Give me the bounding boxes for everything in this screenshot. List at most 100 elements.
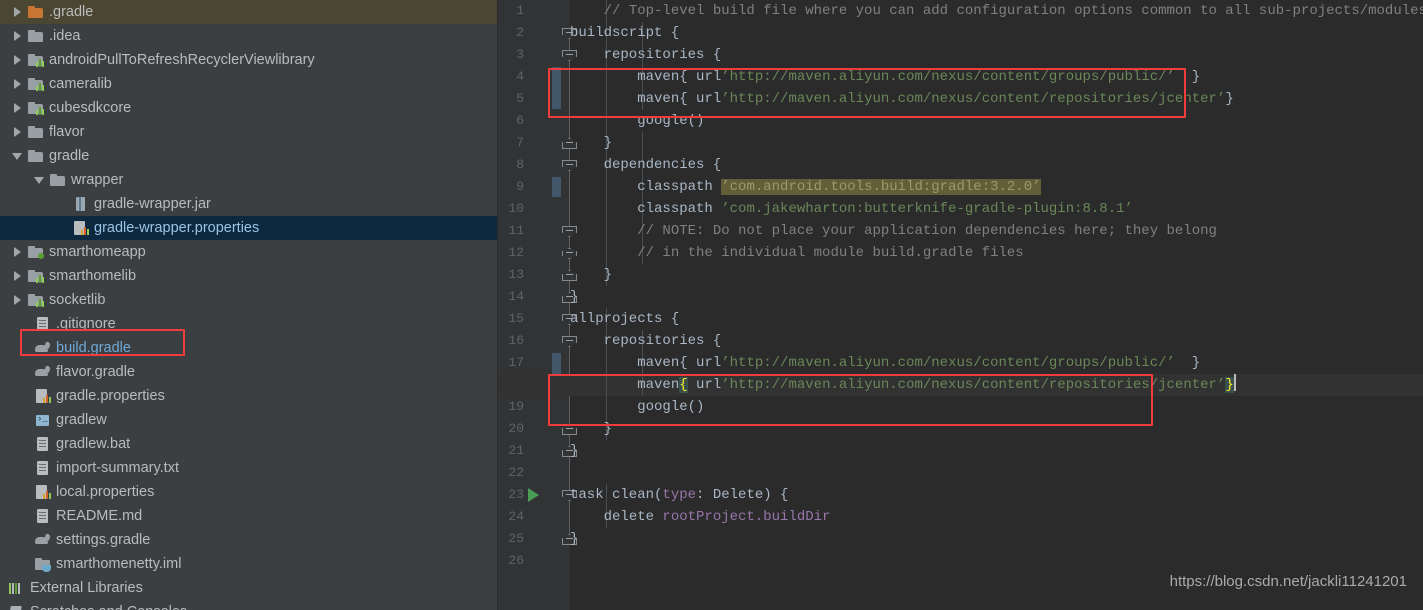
gradle-elephant-icon xyxy=(34,364,51,380)
code-line[interactable]: maven{ url’http://maven.aliyun.com/nexus… xyxy=(570,352,1200,374)
tree-label: local.properties xyxy=(56,484,155,500)
tree-label: gradlew xyxy=(56,412,107,428)
tree-label: .gitignore xyxy=(56,316,116,332)
project-tree-panel[interactable]: .gradle .idea androidPullToRefreshRecycl… xyxy=(0,0,498,610)
jar-icon xyxy=(72,196,89,212)
expand-arrow-icon[interactable] xyxy=(12,102,24,114)
sidebar-item-smarthomenetty-iml[interactable]: smarthomenetty.iml xyxy=(0,552,497,576)
sidebar-item-import-summary[interactable]: import-summary.txt xyxy=(0,456,497,480)
code-line[interactable]: google() xyxy=(570,110,704,132)
editor-gutter[interactable]: 1234567891011121314151617181920212223242… xyxy=(498,0,577,610)
folder-icon xyxy=(49,172,66,188)
watermark-url: https://blog.csdn.net/jackli11241201 xyxy=(1169,573,1407,590)
app-module-folder-icon xyxy=(27,244,44,260)
code-line[interactable]: } xyxy=(570,132,612,154)
code-line[interactable]: // Top-level build file where you can ad… xyxy=(570,0,1423,22)
code-line[interactable]: allprojects { xyxy=(570,308,679,330)
code-line[interactable]: classpath ’com.android.tools.build:gradl… xyxy=(570,176,1041,198)
sidebar-item-cubesdkcore[interactable]: cubesdkcore xyxy=(0,96,497,120)
collapse-arrow-icon[interactable] xyxy=(34,174,46,186)
expand-arrow-icon[interactable] xyxy=(12,6,24,18)
module-folder-icon xyxy=(27,100,44,116)
sidebar-item-gradle-properties[interactable]: gradle.properties xyxy=(0,384,497,408)
iml-module-icon xyxy=(34,556,51,572)
tree-label: smarthomelib xyxy=(49,268,137,284)
code-line[interactable]: // NOTE: Do not place your application d… xyxy=(570,220,1217,242)
code-line[interactable]: google() xyxy=(570,396,704,418)
sidebar-item-build-gradle[interactable]: build.gradle xyxy=(0,336,497,360)
code-line[interactable]: dependencies { xyxy=(570,154,722,176)
properties-icon xyxy=(72,220,89,236)
folder-icon xyxy=(27,28,44,44)
code-line[interactable]: } xyxy=(570,528,578,550)
sidebar-item-flavor[interactable]: flavor xyxy=(0,120,497,144)
sidebar-item-socketlib[interactable]: socketlib xyxy=(0,288,497,312)
sidebar-item-gradle[interactable]: gradle xyxy=(0,144,497,168)
sidebar-item-smarthomelib[interactable]: smarthomelib xyxy=(0,264,497,288)
expand-arrow-icon[interactable] xyxy=(12,294,24,306)
code-line[interactable]: } xyxy=(570,418,612,440)
code-line[interactable]: maven{ url’http://maven.aliyun.com/nexus… xyxy=(570,88,1234,110)
module-folder-icon xyxy=(27,52,44,68)
line-number: 6 xyxy=(516,113,524,128)
code-line[interactable]: repositories { xyxy=(570,44,722,66)
code-text-area[interactable]: // Top-level build file where you can ad… xyxy=(498,0,1423,610)
collapse-arrow-icon[interactable] xyxy=(12,150,24,162)
line-number: 13 xyxy=(508,267,524,282)
code-line[interactable]: } xyxy=(570,286,578,308)
line-number: 24 xyxy=(508,509,524,524)
code-line[interactable]: classpath ’com.jakewharton:butterknife-g… xyxy=(570,198,1133,220)
run-gutter-icon[interactable] xyxy=(528,488,539,502)
tree-label: build.gradle xyxy=(56,340,131,356)
sidebar-item-settings-gradle[interactable]: settings.gradle xyxy=(0,528,497,552)
sidebar-item-cameralib[interactable]: cameralib xyxy=(0,72,497,96)
sidebar-item-gitignore[interactable]: .gitignore xyxy=(0,312,497,336)
expand-arrow-icon[interactable] xyxy=(12,54,24,66)
sidebar-item-local-properties[interactable]: local.properties xyxy=(0,480,497,504)
code-line[interactable]: maven{ url’http://maven.aliyun.com/nexus… xyxy=(570,374,1236,396)
sidebar-item-smarthomeapp[interactable]: smarthomeapp xyxy=(0,240,497,264)
terminal-icon xyxy=(34,412,51,428)
code-line[interactable]: } xyxy=(570,440,578,462)
sidebar-item-gradle-dir[interactable]: .gradle xyxy=(0,0,497,24)
code-line[interactable]: maven{ url’http://maven.aliyun.com/nexus… xyxy=(570,66,1200,88)
expand-arrow-icon[interactable] xyxy=(12,126,24,138)
sidebar-item-readme[interactable]: README.md xyxy=(0,504,497,528)
code-line[interactable]: delete rootProject.buildDir xyxy=(570,506,831,528)
line-number: 3 xyxy=(516,47,524,62)
vcs-change-marker[interactable] xyxy=(552,67,561,109)
sidebar-item-idea[interactable]: .idea xyxy=(0,24,497,48)
sidebar-item-gradle-wrapper-properties[interactable]: gradle-wrapper.properties xyxy=(0,216,497,240)
line-number: 16 xyxy=(508,333,524,348)
expand-arrow-icon[interactable] xyxy=(12,30,24,42)
code-line[interactable]: // in the individual module build.gradle… xyxy=(570,242,1023,264)
code-line[interactable]: buildscript { xyxy=(570,22,679,44)
expand-arrow-icon[interactable] xyxy=(12,246,24,258)
sidebar-item-gradlew-bat[interactable]: gradlew.bat xyxy=(0,432,497,456)
line-number: 19 xyxy=(508,399,524,414)
code-line[interactable]: repositories { xyxy=(570,330,722,352)
vcs-change-marker[interactable] xyxy=(552,177,561,197)
sidebar-item-scratches-and-consoles[interactable]: Scratches and Consoles xyxy=(0,600,497,610)
sidebar-item-androidpulltorefresh[interactable]: androidPullToRefreshRecyclerViewlibrary xyxy=(0,48,497,72)
tree-label: smarthomeapp xyxy=(49,244,146,260)
tree-label: gradlew.bat xyxy=(56,436,131,452)
tree-label: gradle-wrapper.jar xyxy=(94,196,211,212)
file-icon xyxy=(34,436,51,452)
sidebar-item-gradlew[interactable]: gradlew xyxy=(0,408,497,432)
code-line[interactable]: task clean(type: Delete) { xyxy=(570,484,788,506)
tree-label: gradle xyxy=(49,148,90,164)
expand-arrow-icon[interactable] xyxy=(12,78,24,90)
code-line[interactable]: } xyxy=(570,264,612,286)
line-number: 26 xyxy=(508,553,524,568)
sidebar-item-gradle-wrapper-jar[interactable]: gradle-wrapper.jar xyxy=(0,192,497,216)
tree-label: flavor xyxy=(49,124,85,140)
tree-label: wrapper xyxy=(71,172,124,188)
code-editor[interactable]: 1234567891011121314151617181920212223242… xyxy=(498,0,1423,610)
line-number: 23 xyxy=(508,487,524,502)
sidebar-item-external-libraries[interactable]: External Libraries xyxy=(0,576,497,600)
sidebar-item-wrapper[interactable]: wrapper xyxy=(0,168,497,192)
sidebar-item-flavor-gradle[interactable]: flavor.gradle xyxy=(0,360,497,384)
expand-arrow-icon[interactable] xyxy=(12,270,24,282)
tree-label: External Libraries xyxy=(30,580,143,596)
